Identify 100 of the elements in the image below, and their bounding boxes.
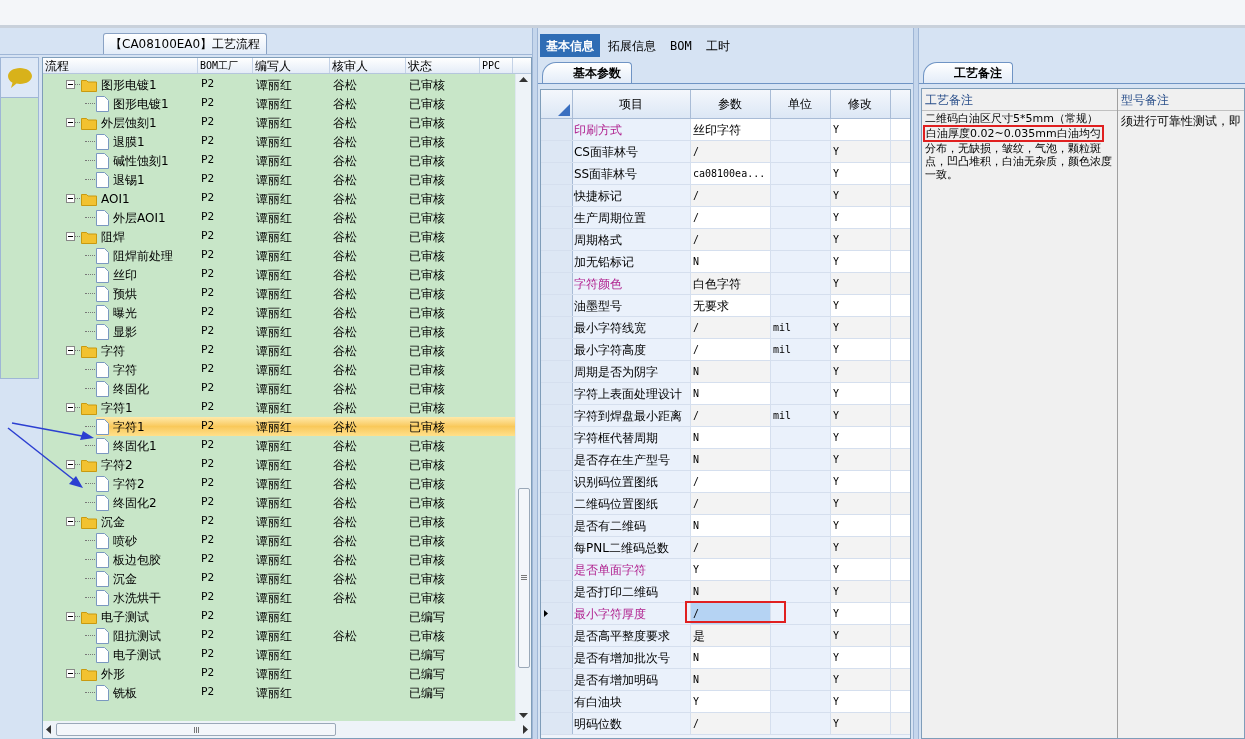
tree-row[interactable]: 板边包胶 P2 谭丽红 谷松 已审核: [96, 550, 515, 569]
row-header[interactable]: [540, 207, 573, 228]
tab[interactable]: 工时: [699, 34, 736, 57]
table-cell[interactable]: /: [690, 537, 771, 558]
row-header[interactable]: [540, 405, 573, 426]
row-header[interactable]: [540, 713, 573, 734]
table-row[interactable]: 字符到焊盘最小距离 / mil Y: [540, 405, 911, 427]
table-cell[interactable]: /: [690, 339, 771, 360]
row-header[interactable]: [540, 471, 573, 492]
row-header[interactable]: [540, 449, 573, 470]
sub-tab[interactable]: 工艺备注: [923, 62, 1013, 83]
row-header[interactable]: [540, 515, 573, 536]
table-cell[interactable]: /: [690, 317, 771, 338]
table-cell[interactable]: /: [690, 229, 771, 250]
column-header[interactable]: BOM工厂: [198, 58, 253, 73]
table-cell[interactable]: /: [690, 713, 771, 734]
table-cell[interactable]: N: [690, 647, 771, 668]
row-header[interactable]: [540, 339, 573, 360]
table-row[interactable]: 是否打印二维码 N Y: [540, 581, 911, 603]
table-cell[interactable]: /: [690, 185, 771, 206]
row-header[interactable]: [540, 119, 573, 140]
scroll-thumb[interactable]: [517, 487, 530, 668]
table-cell[interactable]: 是: [690, 625, 771, 646]
collapse-toggle[interactable]: [66, 669, 75, 678]
table-cell[interactable]: Y: [690, 691, 771, 712]
panel-title-tab[interactable]: 【CA08100EA0】工艺流程: [103, 33, 268, 54]
tree-row[interactable]: 字符2 P2 谭丽红 谷松 已审核: [96, 474, 515, 493]
tree-row[interactable]: 终固化 P2 谭丽红 谷松 已审核: [96, 379, 515, 398]
row-header[interactable]: [540, 691, 573, 712]
speech-bubble-icon[interactable]: [6, 66, 33, 89]
tab[interactable]: BOM: [663, 34, 698, 57]
table-cell[interactable]: /: [690, 493, 771, 514]
tree-row[interactable]: 字符1 P2 谭丽红 谷松 已审核: [96, 417, 515, 436]
column-header[interactable]: 流程: [43, 58, 198, 73]
table-row[interactable]: 是否有增加明码 N Y: [540, 669, 911, 691]
table-row[interactable]: 是否有二维码 N Y: [540, 515, 911, 537]
table-row[interactable]: 快捷标记 / Y: [540, 185, 911, 207]
tree-row[interactable]: 阻焊 P2 谭丽红 谷松 已审核: [81, 227, 515, 246]
row-header[interactable]: [540, 185, 573, 206]
row-header[interactable]: [540, 251, 573, 272]
row-header[interactable]: [540, 537, 573, 558]
scroll-down-icon[interactable]: [519, 713, 528, 718]
tree-row[interactable]: 外层AOI1 P2 谭丽红 谷松 已审核: [96, 208, 515, 227]
row-header[interactable]: [540, 273, 573, 294]
sub-tab[interactable]: 基本参数: [541, 62, 632, 83]
tree-row[interactable]: 退膜1 P2 谭丽红 谷松 已审核: [96, 132, 515, 151]
table-row[interactable]: 字符框代替周期 N Y: [540, 427, 911, 449]
table-cell[interactable]: 白色字符: [690, 273, 771, 294]
table-row[interactable]: 最小字符线宽 / mil Y: [540, 317, 911, 339]
table-row[interactable]: 加无铅标记 N Y: [540, 251, 911, 273]
table-cell[interactable]: N: [690, 251, 771, 272]
table-row[interactable]: 字符上表面处理设计 N Y: [540, 383, 911, 405]
row-header[interactable]: [540, 383, 573, 404]
column-header[interactable]: 项目: [572, 90, 691, 118]
row-header[interactable]: [540, 559, 573, 580]
tree-row[interactable]: 电子测试 P2 谭丽红 已编写: [81, 607, 515, 626]
tree-row[interactable]: 碱性蚀刻1 P2 谭丽红 谷松 已审核: [96, 151, 515, 170]
table-cell[interactable]: /: [690, 471, 771, 492]
tree-row[interactable]: 丝印 P2 谭丽红 谷松 已审核: [96, 265, 515, 284]
row-header[interactable]: [540, 317, 573, 338]
table-row[interactable]: 识别码位置图纸 / Y: [540, 471, 911, 493]
tab[interactable]: 基本信息: [539, 34, 600, 57]
collapse-toggle[interactable]: [66, 118, 75, 127]
tree-row[interactable]: 喷砂 P2 谭丽红 谷松 已审核: [96, 531, 515, 550]
tree-row[interactable]: 字符2 P2 谭丽红 谷松 已审核: [81, 455, 515, 474]
tree-row[interactable]: 字符 P2 谭丽红 谷松 已审核: [96, 360, 515, 379]
column-header[interactable]: 修改: [830, 90, 891, 118]
row-header[interactable]: [540, 361, 573, 382]
column-header[interactable]: PPC: [480, 58, 513, 73]
tree-row[interactable]: 字符1 P2 谭丽红 谷松 已审核: [81, 398, 515, 417]
scroll-left-icon[interactable]: [46, 725, 51, 734]
table-row[interactable]: 字符颜色 白色字符 Y: [540, 273, 911, 295]
splitter[interactable]: [913, 28, 919, 739]
tree-row[interactable]: 沉金 P2 谭丽红 谷松 已审核: [96, 569, 515, 588]
tree-row[interactable]: 水洗烘干 P2 谭丽红 谷松 已审核: [96, 588, 515, 607]
column-header[interactable]: 状态: [406, 58, 480, 73]
table-row[interactable]: 生产周期位置 / Y: [540, 207, 911, 229]
table-row[interactable]: SS面菲林号 ca08100ea... Y: [540, 163, 911, 185]
table-row[interactable]: 每PNL二维码总数 / Y: [540, 537, 911, 559]
tree-row[interactable]: 字符 P2 谭丽红 谷松 已审核: [81, 341, 515, 360]
table-cell[interactable]: 无要求: [690, 295, 771, 316]
row-header[interactable]: [540, 229, 573, 250]
scroll-right-icon[interactable]: [523, 725, 528, 734]
row-header[interactable]: [540, 625, 573, 646]
tab[interactable]: 拓展信息: [601, 34, 662, 57]
table-cell[interactable]: /: [690, 207, 771, 228]
vertical-scrollbar[interactable]: [516, 74, 531, 721]
tree-row[interactable]: 外层蚀刻1 P2 谭丽红 谷松 已审核: [81, 113, 515, 132]
row-header[interactable]: [540, 295, 573, 316]
table-row[interactable]: 周期格式 / Y: [540, 229, 911, 251]
table-cell[interactable]: Y: [690, 559, 771, 580]
row-header[interactable]: [540, 581, 573, 602]
table-row[interactable]: 是否单面字符 Y Y: [540, 559, 911, 581]
row-header[interactable]: [540, 493, 573, 514]
column-header[interactable]: 核审人: [330, 58, 406, 73]
collapse-toggle[interactable]: [66, 460, 75, 469]
row-header[interactable]: [540, 669, 573, 690]
row-header[interactable]: [540, 163, 573, 184]
table-cell[interactable]: N: [690, 427, 771, 448]
row-header[interactable]: [540, 141, 573, 162]
